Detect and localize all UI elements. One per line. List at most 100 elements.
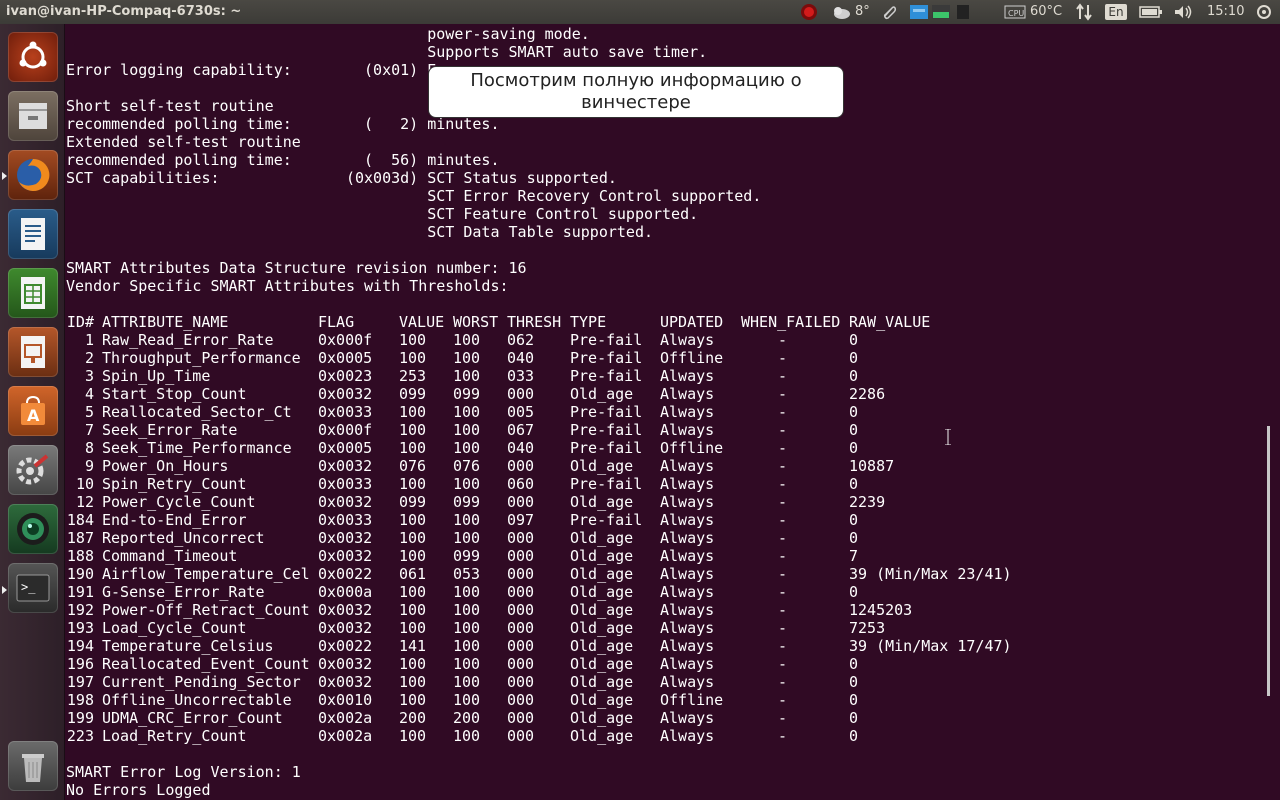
- terminal-line: Supports SMART auto save timer.: [66, 43, 708, 61]
- row-thresh: 000: [507, 583, 535, 601]
- ubuntu-dash-icon[interactable]: [8, 32, 58, 82]
- row-thresh: 000: [507, 457, 535, 475]
- writer-icon[interactable]: [8, 209, 58, 259]
- row-value: 100: [399, 691, 427, 709]
- network-green-icon[interactable]: [930, 0, 952, 24]
- row-raw: 7: [849, 547, 859, 565]
- row-updated: Offline: [660, 691, 724, 709]
- row-flag: 0x0032: [318, 655, 373, 673]
- clip-icon[interactable]: [878, 0, 900, 24]
- header-worst: WORST: [453, 313, 499, 331]
- row-when-failed: -: [778, 331, 788, 349]
- row-updated: Always: [660, 367, 715, 385]
- row-type: Old_age: [570, 529, 634, 547]
- firefox-icon[interactable]: [8, 150, 58, 200]
- row-value: 100: [399, 529, 427, 547]
- row-updated: Always: [660, 709, 715, 727]
- clock[interactable]: 15:10: [1207, 0, 1244, 24]
- row-name: Current_Pending_Sector: [102, 673, 301, 691]
- row-name: Temperature_Celsius: [102, 637, 274, 655]
- row-flag: 0x0023: [318, 367, 373, 385]
- row-thresh: 000: [507, 601, 535, 619]
- row-updated: Always: [660, 619, 715, 637]
- system-settings-icon[interactable]: [8, 445, 58, 495]
- row-worst: 099: [453, 547, 481, 565]
- power-gear-icon[interactable]: [1253, 0, 1275, 24]
- terminal-line: power-saving mode.: [66, 25, 590, 43]
- weather-temp: 8°: [855, 4, 870, 19]
- terminal-icon[interactable]: >_: [8, 563, 58, 613]
- row-flag: 0x000a: [318, 583, 373, 601]
- terminal-scrollbar[interactable]: [1267, 426, 1270, 696]
- row-type: Old_age: [570, 583, 634, 601]
- row-worst: 100: [453, 475, 481, 493]
- row-raw: 0: [849, 709, 859, 727]
- terminal-window[interactable]: power-saving mode. Supports SMART auto s…: [65, 24, 1270, 800]
- battery-icon[interactable]: [1138, 0, 1164, 24]
- row-id: 194: [66, 637, 94, 655]
- row-type: Pre-fail: [570, 421, 643, 439]
- record-icon[interactable]: [798, 0, 820, 24]
- row-raw: 0: [849, 403, 859, 421]
- launcher: A >_: [0, 24, 65, 800]
- row-value: 100: [399, 655, 427, 673]
- table-row: 3 Spin_Up_Time 0x0023 253 100 033 Pre-fail Alwa…: [66, 367, 1066, 385]
- row-flag: 0x0033: [318, 403, 373, 421]
- row-worst: 100: [453, 619, 481, 637]
- transfer-icon[interactable]: [1073, 0, 1095, 24]
- row-id: 193: [66, 619, 94, 637]
- table-row: 192 Power-Off_Retract_Count 0x0032 100 100 00…: [66, 601, 1066, 619]
- row-name: UDMA_CRC_Error_Count: [102, 709, 283, 727]
- row-thresh: 067: [507, 421, 535, 439]
- row-name: Reported_Uncorrect: [102, 529, 265, 547]
- row-updated: Always: [660, 421, 715, 439]
- calc-icon[interactable]: [8, 268, 58, 318]
- row-name: Load_Cycle_Count: [102, 619, 247, 637]
- row-name: G-Sense_Error_Rate: [102, 583, 265, 601]
- row-raw: 2239: [849, 493, 886, 511]
- row-when-failed: -: [778, 691, 788, 709]
- row-name: Power-Off_Retract_Count: [102, 601, 310, 619]
- row-name: Start_Stop_Count: [102, 385, 247, 403]
- row-thresh: 005: [507, 403, 535, 421]
- trash-icon[interactable]: [8, 741, 58, 791]
- row-raw: 0: [849, 331, 859, 349]
- row-id: 184: [66, 511, 94, 529]
- header-raw: RAW_VALUE: [849, 313, 931, 331]
- volume-icon[interactable]: [1172, 0, 1194, 24]
- webcam-icon[interactable]: [8, 504, 58, 554]
- network-blue-icon[interactable]: [908, 0, 930, 24]
- row-updated: Always: [660, 493, 715, 511]
- row-updated: Always: [660, 673, 715, 691]
- row-updated: Always: [660, 565, 715, 583]
- row-raw: 0: [849, 421, 859, 439]
- row-id: 196: [66, 655, 94, 673]
- weather-icon[interactable]: [830, 0, 852, 24]
- row-thresh: 000: [507, 709, 535, 727]
- impress-icon[interactable]: [8, 327, 58, 377]
- row-raw: 0: [849, 475, 859, 493]
- row-name: Airflow_Temperature_Cel: [102, 565, 310, 583]
- keyboard-layout[interactable]: En: [1104, 0, 1128, 24]
- row-thresh: 000: [507, 529, 535, 547]
- row-flag: 0x0005: [318, 349, 373, 367]
- row-value: 076: [399, 457, 427, 475]
- row-when-failed: -: [778, 385, 788, 403]
- row-name: Reallocated_Sector_Ct: [102, 403, 292, 421]
- table-row: 199 UDMA_CRC_Error_Count 0x002a 200 200 000 Ol…: [66, 709, 1066, 727]
- row-updated: Always: [660, 655, 715, 673]
- row-when-failed: -: [778, 529, 788, 547]
- row-when-failed: -: [778, 475, 788, 493]
- row-when-failed: -: [778, 565, 788, 583]
- software-center-icon[interactable]: A: [8, 386, 58, 436]
- file-manager-icon[interactable]: [8, 91, 58, 141]
- window-title: ivan@ivan-HP-Compaq-6730s: ~: [6, 4, 242, 19]
- cpu-icon[interactable]: CPU: [1003, 0, 1027, 24]
- terminal-line: SCT Data Table supported.: [66, 223, 653, 241]
- row-when-failed: -: [778, 349, 788, 367]
- row-type: Old_age: [570, 619, 634, 637]
- row-thresh: 040: [507, 439, 535, 457]
- row-value: 100: [399, 619, 427, 637]
- row-flag: 0x0032: [318, 385, 373, 403]
- row-value: 100: [399, 439, 427, 457]
